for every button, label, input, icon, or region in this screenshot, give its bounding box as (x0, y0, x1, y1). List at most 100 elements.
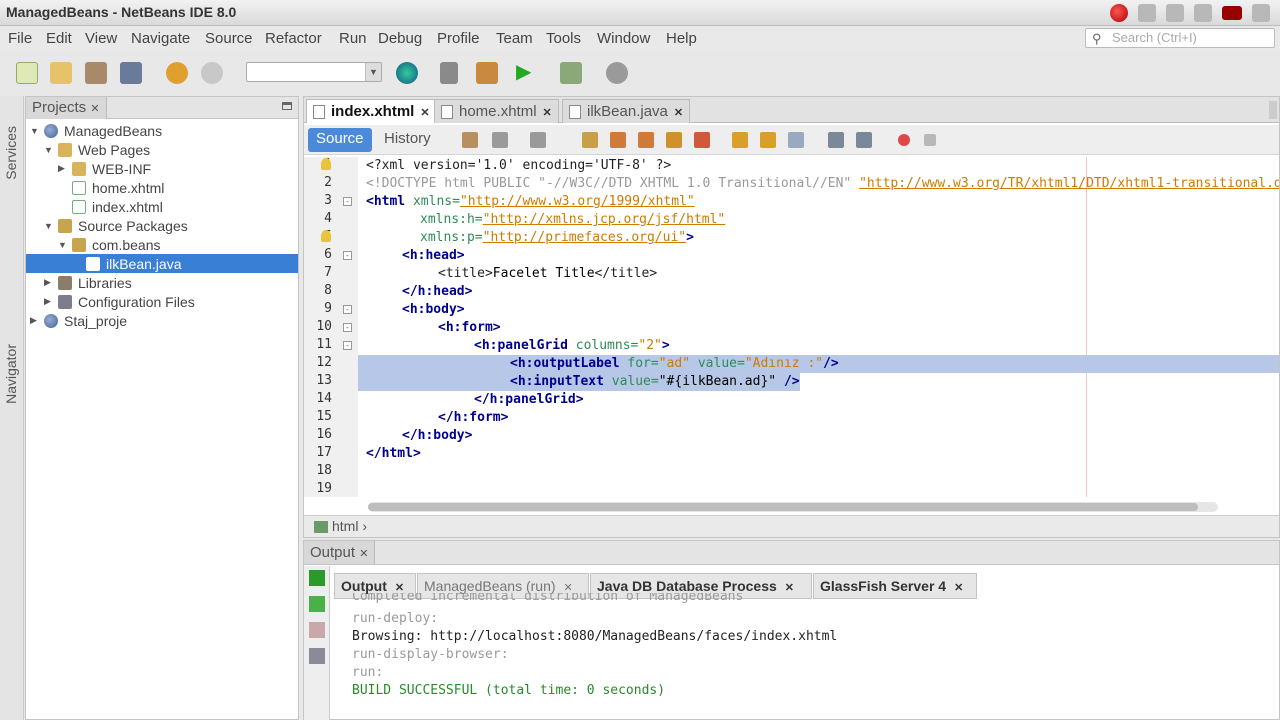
tree-item-web-inf[interactable]: ▶ WEB-INF (58, 159, 151, 178)
menu-view[interactable]: View (85, 30, 117, 47)
fold-toggle-icon[interactable]: - (343, 341, 352, 350)
debug-icon[interactable] (560, 62, 582, 84)
run-icon[interactable]: ▶ (516, 62, 538, 84)
fold-toggle-icon[interactable]: - (343, 251, 352, 260)
menu-refactor[interactable]: Refactor (265, 30, 322, 47)
tree-item-ilkbean-java[interactable]: ilkBean.java (26, 254, 298, 273)
next-bookmark-icon[interactable] (760, 132, 776, 148)
projects-tab[interactable]: Projects ✕ (26, 97, 107, 119)
clean-build-icon[interactable] (476, 62, 498, 84)
fold-toggle-icon[interactable]: - (343, 197, 352, 206)
shift-left-icon[interactable] (828, 132, 844, 148)
find-icon[interactable] (582, 132, 598, 148)
menu-edit[interactable]: Edit (46, 30, 72, 47)
tree-item-home-xhtml[interactable]: home.xhtml (72, 178, 164, 197)
close-icon[interactable]: ✕ (359, 548, 368, 560)
close-icon[interactable]: ✕ (785, 582, 794, 594)
find-previous-icon[interactable] (610, 132, 626, 148)
expanded-arrow-icon[interactable]: ▼ (44, 221, 58, 231)
close-icon[interactable]: ✕ (420, 107, 429, 119)
menu-help[interactable]: Help (666, 30, 697, 47)
menu-debug[interactable]: Debug (378, 30, 422, 47)
breadcrumb-item[interactable]: html › (314, 518, 367, 534)
hint-bulb-icon[interactable] (321, 158, 331, 170)
toggle-highlight-icon[interactable] (666, 132, 682, 148)
redo-icon[interactable] (201, 62, 223, 84)
build-hammer-icon[interactable] (440, 62, 458, 84)
close-icon[interactable]: ✕ (90, 103, 99, 115)
minimize-icon[interactable] (282, 102, 292, 110)
stop-macro-icon[interactable] (924, 134, 936, 146)
hint-bulb-icon[interactable] (321, 230, 331, 242)
new-file-icon[interactable] (16, 62, 38, 84)
fold-toggle-icon[interactable]: - (343, 305, 352, 314)
collapsed-arrow-icon[interactable]: ▶ (30, 315, 44, 326)
menu-navigate[interactable]: Navigate (131, 30, 190, 47)
back-icon[interactable] (492, 132, 508, 148)
new-project-icon[interactable] (50, 62, 72, 84)
horizontal-scrollbar[interactable] (368, 502, 1218, 512)
source-view-button[interactable]: Source (308, 128, 372, 152)
close-icon[interactable]: ✕ (543, 107, 552, 119)
collapsed-arrow-icon[interactable]: ▶ (44, 296, 58, 307)
profile-icon[interactable] (606, 62, 628, 84)
record-indicator-icon[interactable] (1110, 4, 1128, 22)
toggle-rect-selection-icon[interactable] (694, 132, 710, 148)
expanded-arrow-icon[interactable]: ▼ (58, 240, 72, 250)
toggle-bookmark-icon[interactable] (788, 132, 804, 148)
navigator-tab[interactable]: Navigator (3, 344, 19, 404)
open-project-icon[interactable] (85, 62, 107, 84)
tree-item-staj-proje[interactable]: ▶ Staj_proje (30, 311, 127, 330)
bluetooth-icon[interactable] (1194, 4, 1212, 22)
forward-icon[interactable] (530, 132, 546, 148)
prev-bookmark-icon[interactable] (732, 132, 748, 148)
battery-icon[interactable] (1222, 6, 1242, 20)
scrollbar-thumb[interactable] (368, 503, 1198, 511)
network-icon[interactable] (1138, 4, 1156, 22)
collapsed-arrow-icon[interactable]: ▶ (58, 163, 72, 174)
save-all-icon[interactable] (120, 62, 142, 84)
code-area[interactable]: <?xml version='1.0' encoding='UTF-8' ?> … (358, 157, 1279, 497)
close-icon[interactable]: ✕ (954, 582, 963, 594)
tree-item-libraries[interactable]: ▶ Libraries (44, 273, 132, 292)
tab-scroll-handle[interactable] (1269, 101, 1277, 119)
tree-item-web-pages[interactable]: ▼ Web Pages (44, 140, 150, 159)
tree-item-index-xhtml[interactable]: index.xhtml (72, 197, 163, 216)
tree-item-source-packages[interactable]: ▼ Source Packages (44, 216, 188, 235)
history-view-button[interactable]: History (384, 130, 431, 147)
menu-tools[interactable]: Tools (546, 30, 581, 47)
tab-home-xhtml[interactable]: home.xhtml ✕ (434, 99, 559, 123)
search-input[interactable]: ⚲ Search (Ctrl+I) (1085, 28, 1275, 48)
rerun-icon[interactable] (309, 570, 325, 586)
stop-icon[interactable] (309, 622, 325, 638)
menu-profile[interactable]: Profile (437, 30, 480, 47)
menu-source[interactable]: Source (205, 30, 253, 47)
close-icon[interactable]: ✕ (674, 107, 683, 119)
shift-right-icon[interactable] (856, 132, 872, 148)
subtab-glassfish[interactable]: GlassFish Server 4 ✕ (813, 573, 977, 599)
tab-index-xhtml[interactable]: index.xhtml ✕ (306, 99, 437, 123)
settings-icon[interactable] (309, 648, 325, 664)
menu-team[interactable]: Team (496, 30, 533, 47)
browser-globe-icon[interactable] (396, 62, 418, 84)
expanded-arrow-icon[interactable]: ▼ (44, 145, 58, 155)
fold-toggle-icon[interactable]: - (343, 323, 352, 332)
start-macro-icon[interactable] (898, 134, 910, 146)
tree-item-configuration-files[interactable]: ▶ Configuration Files (44, 292, 195, 311)
collapsed-arrow-icon[interactable]: ▶ (44, 277, 58, 288)
rerun-with-params-icon[interactable] (309, 596, 325, 612)
output-tab[interactable]: Output ✕ (304, 541, 376, 564)
power-icon[interactable] (1252, 4, 1270, 22)
menu-window[interactable]: Window (597, 30, 650, 47)
services-tab[interactable]: Services (3, 126, 19, 180)
undo-icon[interactable] (166, 62, 188, 84)
last-edit-icon[interactable] (462, 132, 478, 148)
menu-run[interactable]: Run (339, 30, 367, 47)
tree-item-managedbeans[interactable]: ▼ ManagedBeans (30, 121, 162, 140)
find-next-icon[interactable] (638, 132, 654, 148)
tab-ilkbean-java[interactable]: ilkBean.java ✕ (562, 99, 691, 123)
configuration-combo[interactable]: ▼ (246, 62, 382, 82)
expanded-arrow-icon[interactable]: ▼ (30, 126, 44, 136)
menu-file[interactable]: File (8, 30, 32, 47)
keyboard-layout-icon[interactable] (1166, 4, 1184, 22)
